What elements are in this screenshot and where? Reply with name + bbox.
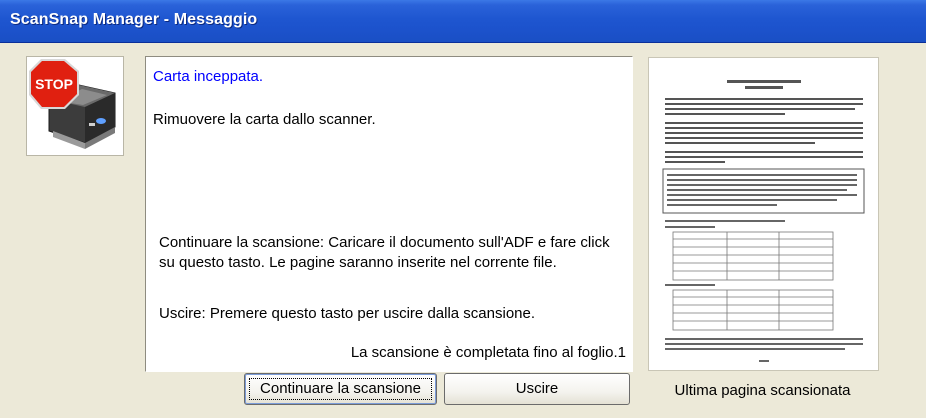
scan-status-text: La scansione è completata fino al foglio… (350, 344, 626, 361)
continue-scan-button[interactable]: Continuare la scansione (244, 373, 437, 405)
error-title: Carta inceppata. (153, 68, 264, 85)
continue-help-text: Continuare la scansione: Caricare il doc… (159, 234, 610, 271)
continue-scan-button-label: Continuare la scansione (260, 380, 421, 397)
scanner-stop-icon: STOP (29, 59, 116, 149)
last-page-preview (648, 57, 879, 371)
exit-help-text: Uscire: Premere questo tasto per uscire … (159, 305, 536, 322)
error-instruction: Rimuovere la carta dallo scanner. (153, 111, 376, 128)
last-page-label: Ultima pagina scansionata (674, 382, 851, 399)
title-bar[interactable]: ScanSnap Manager - Messaggio (0, 0, 926, 43)
scanner-stop-icon-box: STOP (26, 56, 124, 156)
scanned-page-thumbnail (662, 80, 865, 362)
message-panel: Carta inceppata. Rimuovere la carta dall… (145, 56, 633, 372)
exit-button[interactable]: Uscire (444, 373, 630, 405)
stop-sign-text: STOP (35, 76, 73, 92)
message-dialog: ScanSnap Manager - Messaggio STOP Carta … (0, 0, 926, 418)
window-title: ScanSnap Manager - Messaggio (10, 11, 258, 28)
